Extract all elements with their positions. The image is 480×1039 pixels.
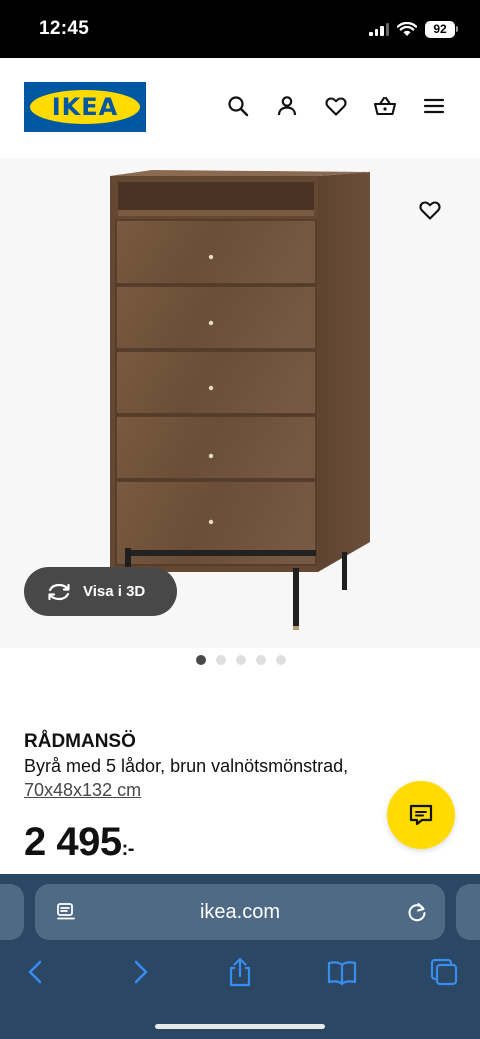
- view-3d-button[interactable]: Visa i 3D: [24, 567, 177, 616]
- home-indicator: [155, 1024, 325, 1029]
- browser-chrome: ikea.com: [0, 874, 480, 1039]
- rotate-icon: [48, 583, 70, 600]
- product-name: RÅDMANSÖ: [24, 731, 136, 752]
- image-carousel-dots: [196, 655, 286, 665]
- menu-icon[interactable]: [422, 94, 446, 118]
- chat-button[interactable]: [387, 781, 455, 849]
- product-description: Byrå med 5 lådor, brun valnötsmönstrad,: [24, 756, 349, 776]
- address-bar[interactable]: ikea.com: [35, 884, 445, 940]
- battery-level: 92: [425, 20, 455, 38]
- profile-icon[interactable]: [275, 94, 299, 118]
- back-icon[interactable]: [20, 956, 52, 988]
- product-size-link[interactable]: 70x48x132 cm: [24, 780, 141, 801]
- browser-toolbar: [0, 956, 480, 988]
- battery-icon: 92: [425, 20, 458, 38]
- carousel-dot[interactable]: [216, 655, 226, 665]
- header-nav: [226, 94, 446, 118]
- status-icons: 92: [369, 18, 458, 40]
- product-price: 2 495:-: [24, 820, 134, 865]
- price-value: 2 495: [24, 820, 122, 864]
- price-suffix: :-: [121, 838, 135, 860]
- site-header: IKEA: [0, 58, 480, 158]
- bookmarks-icon[interactable]: [326, 956, 358, 988]
- heart-icon[interactable]: [324, 94, 348, 118]
- status-bar: 12:45 92: [0, 0, 480, 58]
- drawers: [115, 219, 317, 566]
- carousel-dot[interactable]: [276, 655, 286, 665]
- chat-icon: [409, 804, 433, 826]
- carousel-dot[interactable]: [236, 655, 246, 665]
- reload-icon[interactable]: [405, 900, 429, 924]
- wifi-icon: [397, 21, 417, 36]
- carousel-dot[interactable]: [256, 655, 266, 665]
- favorite-icon[interactable]: [418, 198, 442, 222]
- carousel-dot[interactable]: [196, 655, 206, 665]
- forward-icon[interactable]: [124, 956, 156, 988]
- next-tab-peek[interactable]: [456, 884, 480, 940]
- tabs-icon[interactable]: [428, 956, 460, 988]
- search-icon[interactable]: [226, 94, 250, 118]
- url-text: ikea.com: [199, 901, 281, 923]
- view-3d-label: Visa i 3D: [83, 583, 146, 600]
- status-time: 12:45: [39, 18, 90, 39]
- share-icon[interactable]: [224, 956, 256, 988]
- logo-text: IKEA: [51, 93, 119, 121]
- ikea-logo[interactable]: IKEA: [24, 82, 146, 132]
- basket-icon[interactable]: [373, 94, 397, 118]
- signal-icon: [369, 22, 389, 36]
- previous-tab-peek[interactable]: [0, 884, 24, 940]
